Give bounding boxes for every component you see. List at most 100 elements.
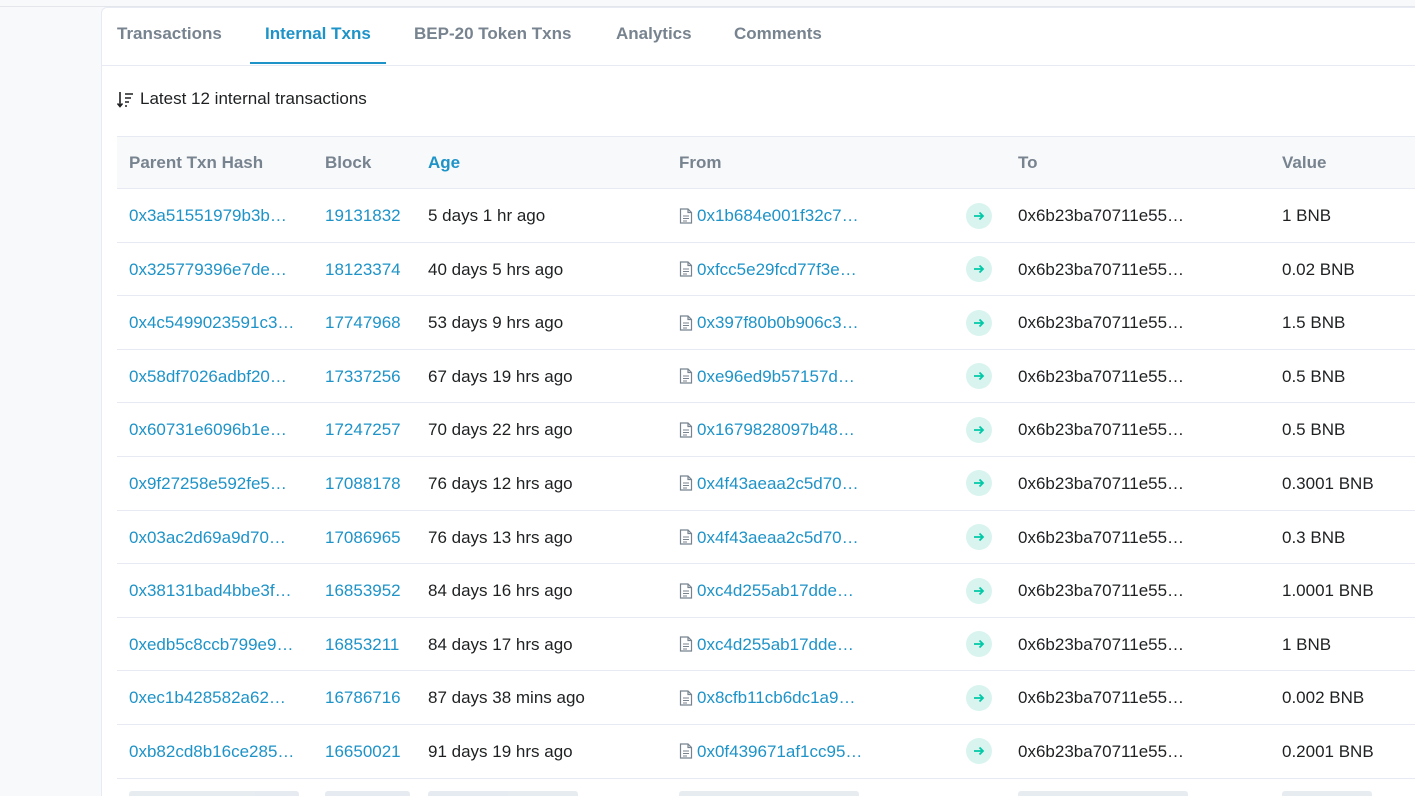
block-link[interactable]: 17337256 (325, 350, 415, 403)
direction-cell (966, 403, 994, 456)
to-address: 0x6b23ba70711e55… (1018, 206, 1185, 225)
from-address-link[interactable]: 0xc4d255ab17dde… (697, 618, 854, 671)
age-text: 70 days 22 hrs ago (428, 420, 573, 440)
age-text: 84 days 16 hrs ago (428, 581, 573, 601)
direction-cell (966, 457, 994, 510)
tab-comments[interactable]: Comments (719, 8, 837, 64)
parent-txn-hash-link[interactable]: 0x38131bad4bbe3f… (129, 564, 301, 617)
parent-txn-hash-link[interactable]: 0xb82cd8b16ce285… (129, 725, 301, 778)
tab-bep20-token-txns[interactable]: BEP-20 Token Txns (399, 8, 586, 64)
contract-file-icon (679, 743, 693, 760)
parent-txn-hash-link[interactable]: 0xedb5c8ccb799e9… (129, 618, 301, 671)
block-link[interactable]: 16853211 (325, 618, 415, 671)
direction-cell (966, 189, 994, 242)
block-link[interactable]: 16650021 (325, 725, 415, 778)
direction-cell (966, 296, 994, 349)
table-row: 0x03ac2d69a9d70… 17086965 76 days 13 hrs… (117, 511, 1415, 565)
table-row-partial (117, 779, 1415, 796)
from-address-link[interactable]: 0x397f80b0b906c3… (697, 296, 859, 349)
arrow-right-icon (974, 532, 985, 542)
table-header: Parent Txn Hash Block Age From To Value (117, 136, 1415, 189)
value-text: 1.0001 BNB (1282, 581, 1374, 601)
arrow-right-icon (974, 747, 985, 756)
direction-badge (966, 631, 992, 658)
block-link[interactable]: 18123374 (325, 243, 415, 296)
block-link[interactable]: 16853952 (325, 564, 415, 617)
table-row: 0x9f27258e592fe5… 17088178 76 days 12 hr… (117, 457, 1415, 511)
to-address: 0x6b23ba70711e55… (1018, 366, 1185, 386)
contract-file-icon (679, 368, 693, 384)
from-cell: 0x4f43aeaa2c5d70… (679, 511, 909, 564)
sort-desc-icon (117, 91, 133, 108)
contract-file-icon (679, 207, 693, 224)
from-address-link[interactable]: 0x1679828097b48… (697, 403, 855, 456)
to-address: 0x6b23ba70711e55… (1018, 581, 1185, 601)
parent-txn-hash-link[interactable]: 0x03ac2d69a9d70… (129, 511, 301, 564)
parent-txn-hash-link[interactable]: 0x3a51551979b3b… (129, 189, 301, 242)
tab-transactions[interactable]: Transactions (102, 8, 237, 64)
from-address-link[interactable]: 0xc4d255ab17dde… (697, 564, 854, 617)
direction-badge (966, 684, 992, 711)
parent-txn-hash-link[interactable]: 0x58df7026adbf20… (129, 350, 301, 403)
block-link[interactable]: 19131832 (325, 189, 415, 242)
from-cell: 0xe96ed9b57157d… (679, 350, 909, 403)
partial-cell (325, 790, 410, 796)
column-parent-txn-hash: Parent Txn Hash (129, 153, 264, 172)
block-link[interactable]: 17086965 (325, 511, 415, 564)
to-address: 0x6b23ba70711e55… (1018, 473, 1185, 493)
arrow-right-icon (974, 211, 985, 220)
direction-cell (966, 564, 994, 617)
contract-file-icon (679, 422, 693, 438)
value-text: 1 BNB (1282, 206, 1332, 225)
age-text: 91 days 19 hrs ago (428, 741, 573, 761)
from-address-link[interactable]: 0x0f439671af1cc95… (697, 725, 862, 778)
from-address-link[interactable]: 0x8cfb11cb6dc1a9… (697, 671, 855, 724)
table-row: 0x4c5499023591c3… 17747968 53 days 9 hrs… (117, 296, 1415, 350)
table-row: 0x60731e6096b1e… 17247257 70 days 22 hrs… (117, 403, 1415, 457)
to-address: 0x6b23ba70711e55… (1018, 420, 1185, 440)
contract-file-icon (679, 583, 693, 599)
value-text: 1 BNB (1282, 634, 1332, 654)
from-cell: 0xc4d255ab17dde… (679, 618, 909, 671)
direction-badge (966, 524, 992, 551)
from-address-link[interactable]: 0x4f43aeaa2c5d70… (697, 511, 859, 564)
parent-txn-hash-link[interactable]: 0x9f27258e592fe5… (129, 457, 301, 510)
age-text: 84 days 17 hrs ago (428, 634, 573, 654)
to-address: 0x6b23ba70711e55… (1018, 259, 1185, 279)
tab-analytics[interactable]: Analytics (601, 8, 707, 64)
value-text: 0.2001 BNB (1282, 741, 1374, 761)
block-link[interactable]: 16786716 (325, 671, 415, 724)
arrow-right-icon (974, 318, 985, 327)
table-row: 0xb82cd8b16ce285… 16650021 91 days 19 hr… (117, 725, 1415, 779)
block-link[interactable]: 17247257 (325, 403, 415, 456)
age-text: 76 days 12 hrs ago (428, 473, 573, 493)
column-age[interactable]: Age (428, 137, 460, 188)
from-address-link[interactable]: 0xe96ed9b57157d… (697, 350, 855, 403)
parent-txn-hash-link[interactable]: 0x4c5499023591c3… (129, 296, 301, 349)
value-text: 0.3001 BNB (1282, 473, 1374, 493)
table-row: 0x3a51551979b3b… 19131832 5 days 1 hr ag… (117, 189, 1415, 243)
direction-cell (966, 618, 994, 671)
block-link[interactable]: 17747968 (325, 296, 415, 349)
parent-txn-hash-link[interactable]: 0xec1b428582a62… (129, 671, 301, 724)
column-from: From (679, 153, 722, 172)
direction-cell (966, 671, 994, 724)
value-text: 0.5 BNB (1282, 366, 1346, 386)
to-address: 0x6b23ba70711e55… (1018, 527, 1185, 547)
block-link[interactable]: 17088178 (325, 457, 415, 510)
from-address-link[interactable]: 0xfcc5e29fcd77f3e… (697, 243, 857, 296)
from-cell: 0x1679828097b48… (679, 403, 909, 456)
parent-txn-hash-link[interactable]: 0x60731e6096b1e… (129, 403, 301, 456)
partial-cell (428, 790, 578, 796)
arrow-right-icon (974, 372, 985, 381)
transactions-table-body: 0x3a51551979b3b… 19131832 5 days 1 hr ag… (117, 189, 1415, 796)
parent-txn-hash-link[interactable]: 0x325779396e7de… (129, 243, 301, 296)
column-block: Block (325, 153, 372, 172)
from-address-link[interactable]: 0x1b684e001f32c7… (697, 189, 859, 242)
value-text: 1.5 BNB (1282, 313, 1346, 333)
tab-internal-txns[interactable]: Internal Txns (250, 8, 386, 64)
from-address-link[interactable]: 0x4f43aeaa2c5d70… (697, 457, 859, 510)
from-cell: 0x0f439671af1cc95… (679, 725, 909, 778)
table-row: 0x325779396e7de… 18123374 40 days 5 hrs … (117, 243, 1415, 297)
direction-cell (966, 511, 994, 564)
